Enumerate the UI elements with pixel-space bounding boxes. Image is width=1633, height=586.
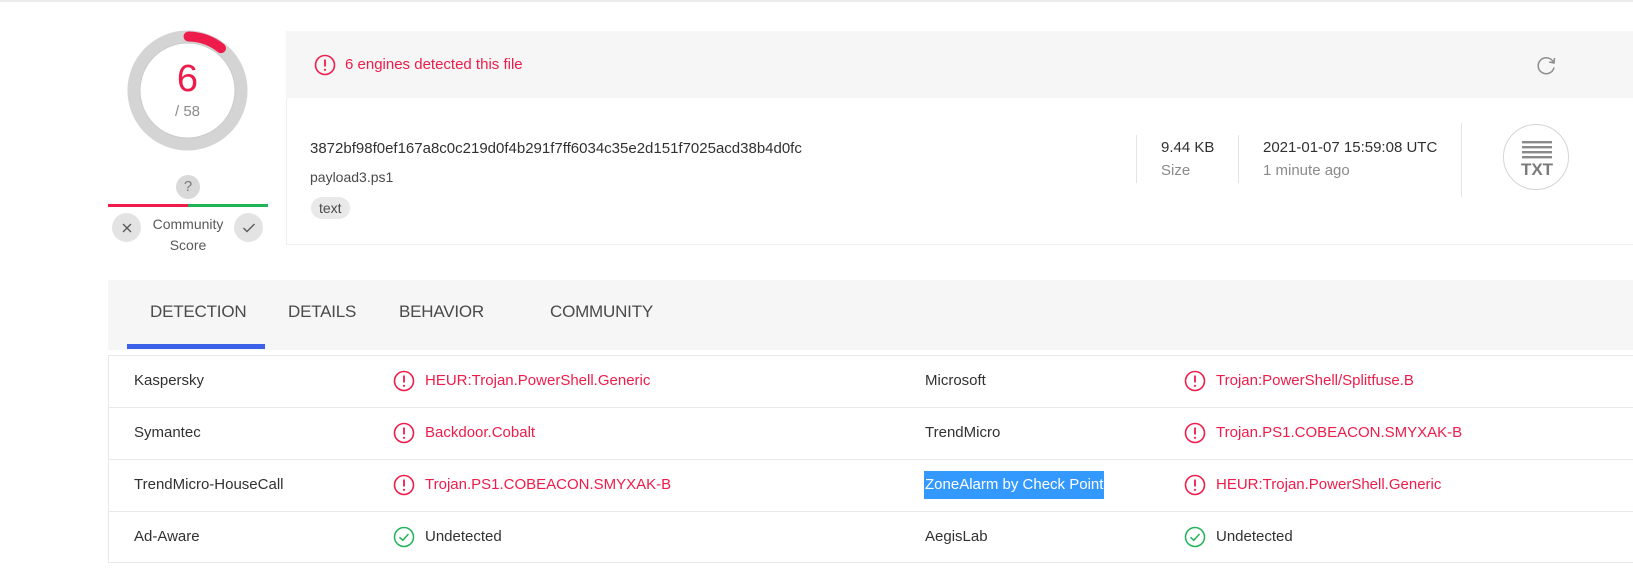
detection-result: Undetected <box>1216 528 1293 545</box>
alert-circle-icon <box>393 474 415 501</box>
community-label-line1: Community <box>152 216 224 232</box>
engine-name: Symantec <box>134 424 201 441</box>
divider <box>1238 135 1239 183</box>
analysis-date: 2021-01-07 15:59:08 UTC <box>1263 139 1438 156</box>
community-label-line2: Score <box>169 237 207 253</box>
file-size-label: Size <box>1161 162 1191 179</box>
text-lines-icon <box>1522 141 1552 159</box>
tab-community[interactable]: COMMUNITY <box>550 301 653 323</box>
close-icon <box>122 223 131 232</box>
engine-total: / 58 <box>174 103 201 120</box>
engine-name: TrendMicro <box>925 424 1001 441</box>
table-row <box>108 511 1633 563</box>
detection-result: Trojan.PS1.COBEACON.SMYXAK-B <box>425 476 672 493</box>
detection-result: Backdoor.Cobalt <box>425 424 536 441</box>
detection-result: HEUR:Trojan.PowerShell.Generic <box>425 372 651 389</box>
active-tab-indicator <box>127 344 265 349</box>
alert-circle-icon <box>314 54 336 81</box>
detection-result: Undetected <box>425 528 502 545</box>
detection-result: Trojan.PS1.COBEACON.SMYXAK-B <box>1216 424 1463 441</box>
file-tag[interactable]: text <box>311 197 350 219</box>
detection-result: Trojan:PowerShell/Splitfuse.B <box>1216 372 1414 389</box>
engine-name: AegisLab <box>925 528 988 545</box>
community-bar-negative <box>108 204 188 207</box>
divider <box>1461 123 1462 197</box>
refresh-icon[interactable] <box>1534 54 1558 83</box>
engine-name: Ad-Aware <box>134 528 200 545</box>
file-size-value: 9.44 KB <box>1161 139 1215 156</box>
engine-name: TrendMicro-HouseCall <box>134 476 284 493</box>
alert-circle-icon <box>393 422 415 449</box>
top-divider <box>0 0 1633 2</box>
engine-name: Kaspersky <box>134 372 205 389</box>
alert-circle-icon <box>393 370 415 397</box>
vote-harmless-button[interactable] <box>234 213 263 242</box>
community-bar-positive <box>188 204 268 207</box>
tab-behavior[interactable]: BEHAVIOR <box>399 301 484 323</box>
alert-circle-icon <box>1184 474 1206 501</box>
file-name: payload3.ps1 <box>310 169 394 185</box>
analysis-relative-time: 1 minute ago <box>1263 162 1350 179</box>
divider <box>1136 135 1137 183</box>
detection-summary: 6 engines detected this file <box>345 56 523 73</box>
tab-detection[interactable]: DETECTION <box>150 301 247 323</box>
engine-name-selected: ZoneAlarm by Check Point <box>924 471 1105 499</box>
detection-count: 6 <box>176 58 199 100</box>
vote-malicious-button[interactable] <box>112 213 141 242</box>
detection-score-ring: 6 / 58 <box>124 27 251 154</box>
detection-result: HEUR:Trojan.PowerShell.Generic <box>1216 476 1442 493</box>
check-icon <box>242 223 255 232</box>
check-circle-icon <box>1184 526 1206 553</box>
alert-circle-icon <box>1184 422 1206 449</box>
file-hash[interactable]: 3872bf98f0ef167a8c0c219d0f4b291f7ff6034c… <box>310 139 802 159</box>
question-icon[interactable]: ? <box>176 175 200 199</box>
community-score-label: Community Score <box>143 214 233 256</box>
alert-circle-icon <box>1184 370 1206 397</box>
file-type-icon: TXT <box>1503 124 1569 190</box>
engine-name: Microsoft <box>925 372 986 389</box>
check-circle-icon <box>393 526 415 553</box>
file-info-card <box>286 98 1633 245</box>
tab-details[interactable]: DETAILS <box>288 301 356 323</box>
file-type-label: TXT <box>1520 160 1554 179</box>
